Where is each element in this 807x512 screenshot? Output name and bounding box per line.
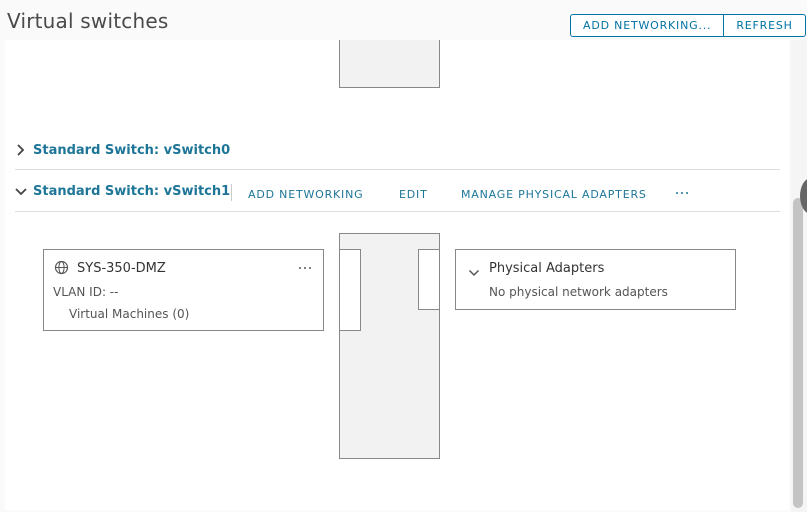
chevron-right-icon[interactable] bbox=[15, 143, 27, 161]
vswitch0-diagram-block bbox=[339, 40, 440, 88]
physical-adapters-title: Physical Adapters bbox=[489, 261, 605, 276]
virtual-machines-count[interactable]: Virtual Machines (0) bbox=[69, 307, 189, 321]
vswitch0-title[interactable]: Standard Switch: vSwitch0 bbox=[33, 143, 230, 158]
page-title: Virtual switches bbox=[7, 9, 169, 33]
chevron-down-icon[interactable] bbox=[468, 263, 480, 282]
add-networking-button[interactable]: ADD NETWORKING... bbox=[571, 15, 723, 36]
vswitch1-title[interactable]: Standard Switch: vSwitch1 bbox=[33, 184, 230, 199]
scrollbar-thumb[interactable] bbox=[793, 198, 803, 508]
add-networking-link[interactable]: ADD NETWORKING bbox=[248, 188, 363, 201]
physical-adapters-status: No physical network adapters bbox=[489, 285, 668, 299]
port-group-more-icon[interactable] bbox=[299, 267, 311, 269]
divider bbox=[15, 211, 780, 212]
chevron-down-icon[interactable] bbox=[14, 186, 28, 202]
vlan-id: VLAN ID: -- bbox=[53, 285, 119, 299]
adapter-connector bbox=[418, 249, 440, 310]
action-separator bbox=[231, 184, 232, 201]
refresh-button[interactable]: REFRESH bbox=[723, 15, 804, 36]
physical-adapters-card bbox=[455, 249, 736, 310]
manage-physical-adapters-link[interactable]: MANAGE PHYSICAL ADAPTERS bbox=[461, 188, 647, 201]
divider bbox=[15, 169, 780, 170]
globe-network-icon bbox=[54, 260, 69, 279]
more-actions-icon[interactable] bbox=[676, 192, 688, 194]
port-group-connector bbox=[339, 249, 361, 331]
port-group-name: SYS-350-DMZ bbox=[77, 261, 166, 276]
edit-link[interactable]: EDIT bbox=[399, 188, 428, 201]
header-button-group: ADD NETWORKING... REFRESH bbox=[570, 14, 806, 37]
